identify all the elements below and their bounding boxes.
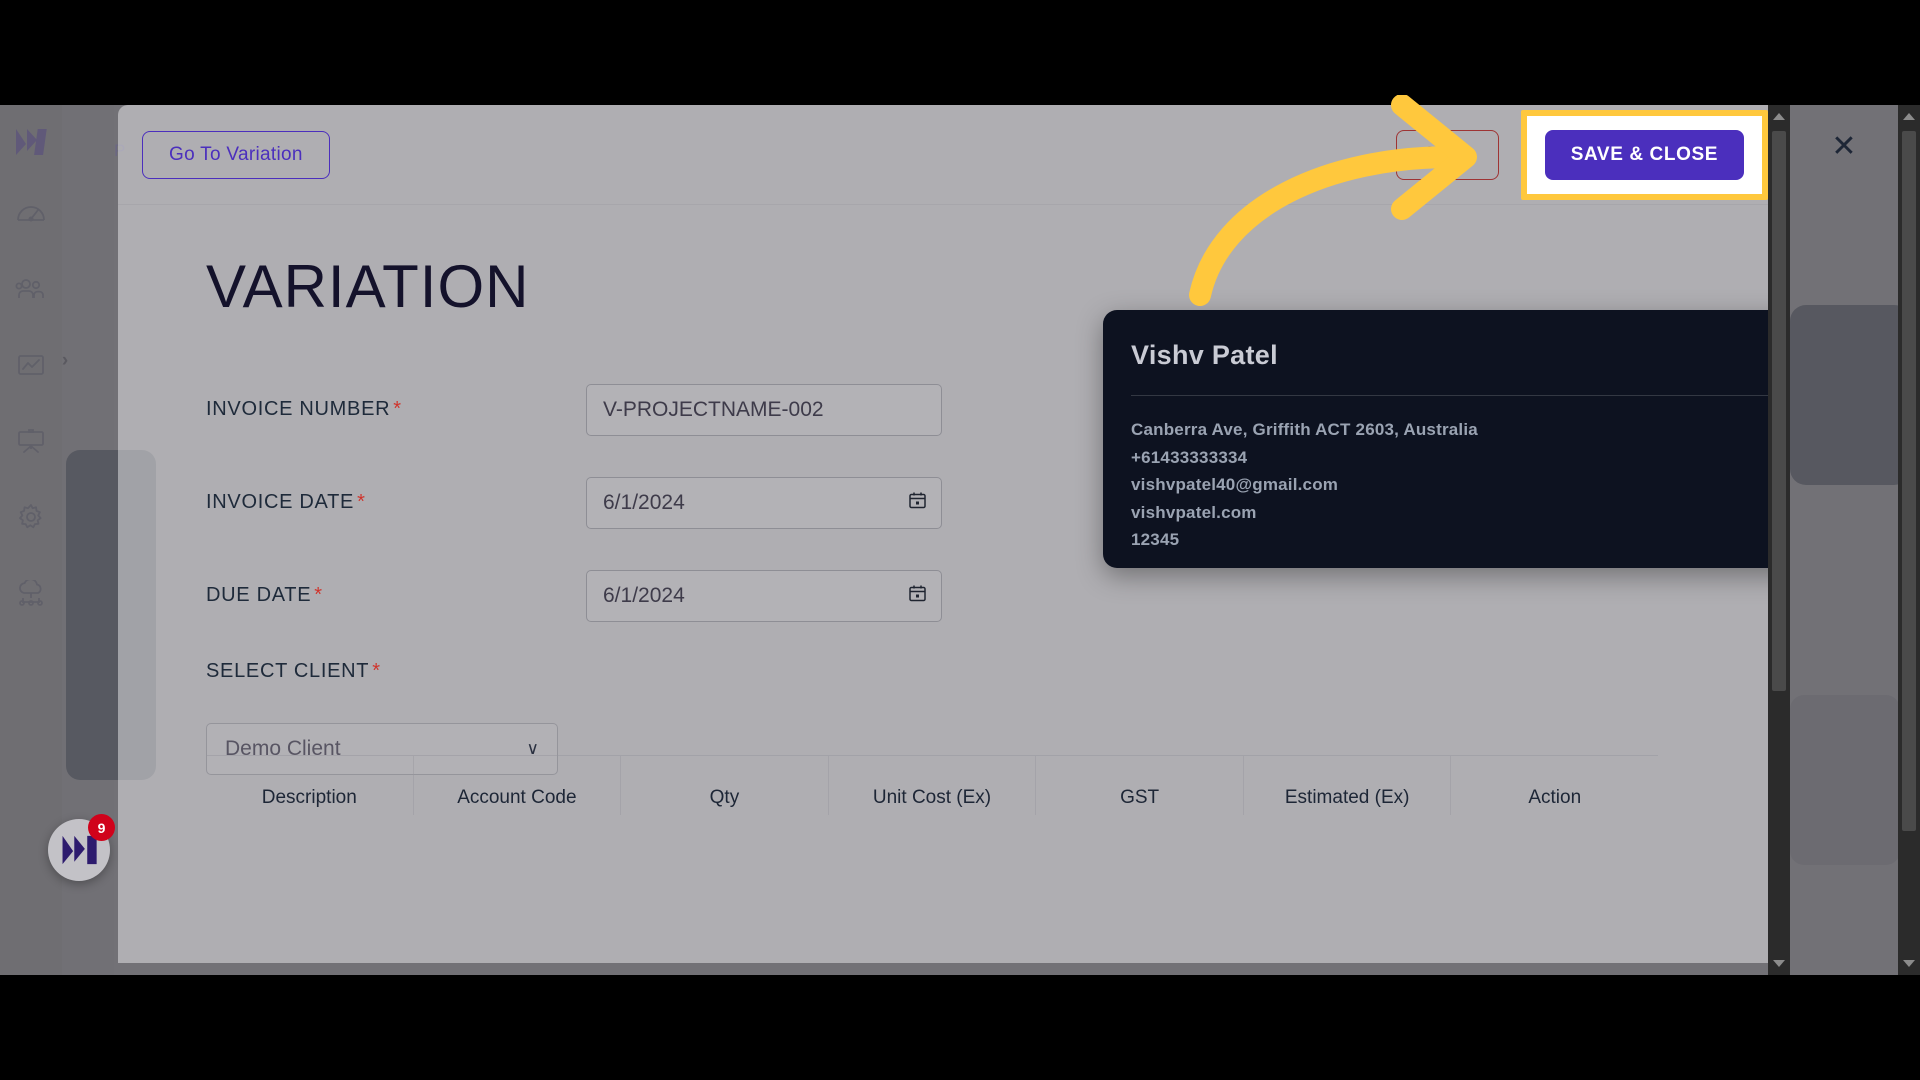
invoice-date-value: 6/1/2024	[603, 490, 685, 514]
scroll-down-arrow-icon[interactable]	[1903, 960, 1915, 967]
column-header-account-code: Account Code	[412, 756, 621, 815]
close-icon[interactable]: ✕	[1824, 126, 1864, 166]
select-client-label: SELECT CLIENT *	[206, 660, 381, 682]
due-date-value: 6/1/2024	[603, 583, 685, 607]
client-website: vishvpatel.com	[1131, 502, 1257, 522]
client-name: Vishv Patel	[1131, 340, 1278, 370]
save-and-close-highlight: SAVE & CLOSE	[1520, 110, 1768, 200]
column-header-gst: GST	[1035, 756, 1243, 815]
invoice-number-input[interactable]: V-PROJECTNAME-002	[586, 383, 942, 436]
dialog-header-actions: Close SAVE & CLOSE	[1396, 105, 1768, 205]
calendar-icon[interactable]	[908, 583, 927, 608]
client-info-card: Vishv Patel Canberra Ave, Griffith ACT 2…	[1103, 310, 1790, 568]
document-title: VARIATION	[206, 253, 530, 320]
column-header-qty: Qty	[620, 756, 828, 815]
invoice-number-label: INVOICE NUMBER *	[206, 398, 402, 420]
dialog-scrollbar-thumb[interactable]	[1772, 131, 1786, 691]
required-asterisk: *	[357, 491, 366, 513]
dialog-header: Go To Variation Close SAVE & CLOSE	[118, 105, 1790, 205]
invoice-number-value: V-PROJECTNAME-002	[603, 397, 824, 421]
client-postcode: 12345	[1131, 530, 1180, 550]
card-divider	[1131, 395, 1785, 396]
required-asterisk: *	[372, 660, 381, 682]
column-header-description: Description	[261, 787, 357, 808]
invoice-date-label: INVOICE DATE *	[206, 491, 366, 513]
required-asterisk: *	[393, 398, 402, 420]
calendar-icon[interactable]	[908, 490, 927, 515]
page-scrollbar[interactable]	[1898, 105, 1920, 975]
scroll-up-arrow-icon[interactable]	[1773, 113, 1785, 120]
invoice-date-input[interactable]: 6/1/2024	[586, 476, 942, 529]
client-email: vishvpatel40@gmail.com	[1131, 475, 1339, 495]
scroll-down-arrow-icon[interactable]	[1773, 960, 1785, 967]
column-header-action: Action	[1450, 756, 1658, 815]
column-header-unit-cost: Unit Cost (Ex)	[827, 756, 1036, 815]
client-phone: +61433333334	[1131, 447, 1248, 467]
scroll-up-arrow-icon[interactable]	[1903, 113, 1915, 120]
close-button[interactable]: Close	[1396, 130, 1499, 180]
client-address: Canberra Ave, Griffith ACT 2603, Austral…	[1131, 420, 1478, 439]
page-scrollbar-thumb[interactable]	[1902, 131, 1916, 831]
notification-badge: 9	[88, 814, 115, 841]
dialog-scrollbar[interactable]	[1768, 105, 1790, 975]
line-items-table-header: Description Account Code Qty Unit Cost (…	[206, 755, 1658, 815]
go-to-variation-button[interactable]: Go To Variation	[142, 130, 330, 179]
save-and-close-button[interactable]: SAVE & CLOSE	[1544, 130, 1744, 180]
due-date-input[interactable]: 6/1/2024	[586, 569, 942, 622]
column-header-estimated: Estimated (Ex)	[1242, 756, 1451, 815]
due-date-label: DUE DATE *	[206, 584, 323, 606]
required-asterisk: *	[314, 584, 323, 606]
variation-dialog: Go To Variation Close SAVE & CLOSE VARIA…	[118, 105, 1790, 963]
support-bubble[interactable]: 9	[48, 814, 115, 881]
